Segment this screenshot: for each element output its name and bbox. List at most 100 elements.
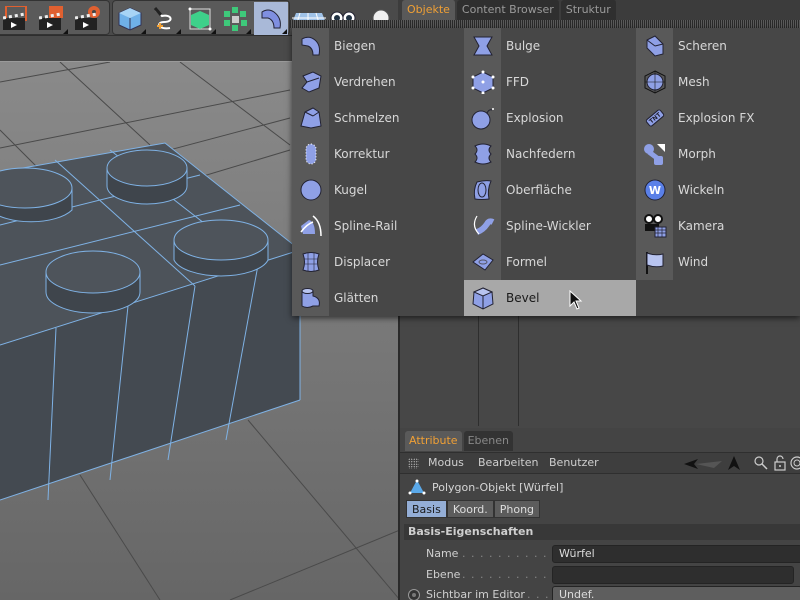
back-arrow-icon[interactable] xyxy=(684,457,724,471)
menu-item-oberflaeche[interactable]: Oberfläche xyxy=(464,172,636,208)
spline-button[interactable] xyxy=(148,2,182,35)
render-to-picture-viewer-icon xyxy=(39,5,63,30)
viewport-header xyxy=(0,36,292,62)
generator-icon xyxy=(188,7,212,30)
menu-item-bulge[interactable]: Bulge xyxy=(464,28,636,64)
sphere-icon xyxy=(292,172,329,208)
explosion-bomb-icon xyxy=(464,100,501,136)
cube-primitive-icon xyxy=(118,6,142,31)
menu-item-formel[interactable]: Formel xyxy=(464,244,636,280)
generator-button[interactable] xyxy=(183,2,217,35)
menu-item-korrektur[interactable]: Korrektur xyxy=(292,136,464,172)
menu-item-biegen[interactable]: Biegen xyxy=(292,28,464,64)
column-divider xyxy=(518,316,519,426)
menu-bearbeiten[interactable]: Bearbeiten xyxy=(478,456,538,469)
jiggle-icon xyxy=(464,136,501,172)
tab-ebenen[interactable]: Ebenen xyxy=(463,431,513,451)
menu-item-schmelzen[interactable]: Schmelzen xyxy=(292,100,464,136)
attribute-menubar: Modus Bearbeiten Benutzer xyxy=(400,452,800,474)
melt-icon xyxy=(292,100,329,136)
menu-item-wickeln[interactable]: W Wickeln xyxy=(636,172,800,208)
tab-content-browser[interactable]: Content Browser xyxy=(456,0,560,20)
render-settings-button[interactable] xyxy=(71,2,105,35)
render-picture-viewer-button[interactable] xyxy=(35,2,69,35)
section-header[interactable]: Basis-Eigenschaften xyxy=(404,524,800,540)
menu-item-explosion-fx[interactable]: TNT Explosion FX xyxy=(636,100,800,136)
target-icon[interactable] xyxy=(790,456,800,470)
menu-benutzer[interactable]: Benutzer xyxy=(549,456,599,469)
menu-item-kugel[interactable]: Kugel xyxy=(292,172,464,208)
menu-column-2: Bulge FFD Explosion Nachfedern Oberfläch… xyxy=(464,28,636,316)
array-icon xyxy=(224,6,247,31)
camera-icon xyxy=(636,208,673,244)
mouse-cursor-icon xyxy=(569,290,583,310)
menu-item-kamera[interactable]: Kamera xyxy=(636,208,800,244)
subtab-koord[interactable]: Koord. xyxy=(446,500,494,518)
wrap-icon: W xyxy=(636,172,673,208)
menu-item-displacer[interactable]: Displacer xyxy=(292,244,464,280)
attribute-manager: Attribute Ebenen Modus Bearbeiten Benutz… xyxy=(398,428,800,600)
tab-attribute[interactable]: Attribute xyxy=(405,431,462,451)
tab-objekte[interactable]: Objekte xyxy=(402,0,456,20)
deformer-menu: Biegen Verdrehen Schmelzen Korrektur Kug… xyxy=(292,28,800,316)
lock-icon[interactable] xyxy=(774,455,786,471)
wind-flag-icon xyxy=(636,244,673,280)
surface-icon xyxy=(464,172,501,208)
render-group xyxy=(0,0,110,35)
menu-item-scheren[interactable]: Scheren xyxy=(636,28,800,64)
object-manager-tabs: Objekte Content Browser Struktur xyxy=(402,0,618,20)
property-label: Name xyxy=(426,547,459,560)
subtab-phong[interactable]: Phong xyxy=(493,500,541,518)
menu-item-glaetten[interactable]: Glätten xyxy=(292,280,464,316)
menu-item-spline-wickler[interactable]: Spline-Wickler xyxy=(464,208,636,244)
array-button[interactable] xyxy=(218,2,252,35)
menu-item-bevel[interactable]: Bevel xyxy=(464,280,636,316)
object-title: Polygon-Objekt [Würfel] xyxy=(408,478,563,496)
property-layer: Ebene . . . . . . . . . . . . . . xyxy=(404,565,800,585)
correction-icon xyxy=(292,136,329,172)
attribute-subtabs: Basis Koord. Phong xyxy=(406,500,541,518)
menu-item-nachfedern[interactable]: Nachfedern xyxy=(464,136,636,172)
menu-item-wind[interactable]: Wind xyxy=(636,244,800,280)
render-view-button[interactable] xyxy=(0,2,33,35)
displacer-icon xyxy=(292,244,329,280)
property-label: Sichtbar im Editor xyxy=(426,588,525,600)
bend-icon xyxy=(292,28,329,64)
visible-editor-dropdown[interactable]: Undef. xyxy=(552,586,800,600)
deformer-button[interactable] xyxy=(254,2,288,35)
tab-struktur[interactable]: Struktur xyxy=(560,0,617,20)
menu-item-mesh[interactable]: Mesh xyxy=(636,64,800,100)
subtab-basis[interactable]: Basis xyxy=(406,500,447,518)
spline-rail-icon xyxy=(292,208,329,244)
property-label: Ebene xyxy=(426,568,461,581)
spline-wrap-icon xyxy=(464,208,501,244)
render-view-icon xyxy=(3,5,27,30)
morph-icon xyxy=(636,136,673,172)
grip-icon[interactable] xyxy=(408,458,419,469)
ffd-icon xyxy=(464,64,501,100)
up-arrow-icon[interactable] xyxy=(728,456,740,470)
bevel-icon xyxy=(464,280,501,316)
menu-item-ffd[interactable]: FFD xyxy=(464,64,636,100)
animate-radio[interactable] xyxy=(408,589,420,600)
layer-field[interactable] xyxy=(552,566,794,584)
menu-modus[interactable]: Modus xyxy=(428,456,464,469)
cube-button[interactable] xyxy=(113,2,147,35)
spline-pen-icon xyxy=(153,6,172,29)
search-icon[interactable] xyxy=(754,456,768,470)
panel-divider xyxy=(290,20,800,28)
deformer-bend-icon xyxy=(261,9,281,28)
formula-icon xyxy=(464,244,501,280)
stud xyxy=(0,167,73,223)
attribute-tabs: Attribute Ebenen xyxy=(405,431,515,451)
menu-item-morph[interactable]: Morph xyxy=(636,136,800,172)
polygon-object-icon xyxy=(408,479,426,495)
name-field[interactable]: Würfel xyxy=(552,545,800,563)
column-divider xyxy=(478,316,479,426)
menu-column-1: Biegen Verdrehen Schmelzen Korrektur Kug… xyxy=(292,28,464,316)
menu-item-spline-rail[interactable]: Spline-Rail xyxy=(292,208,464,244)
stud xyxy=(106,149,188,205)
bulge-icon xyxy=(464,28,501,64)
menu-item-verdrehen[interactable]: Verdrehen xyxy=(292,64,464,100)
menu-item-explosion[interactable]: Explosion xyxy=(464,100,636,136)
